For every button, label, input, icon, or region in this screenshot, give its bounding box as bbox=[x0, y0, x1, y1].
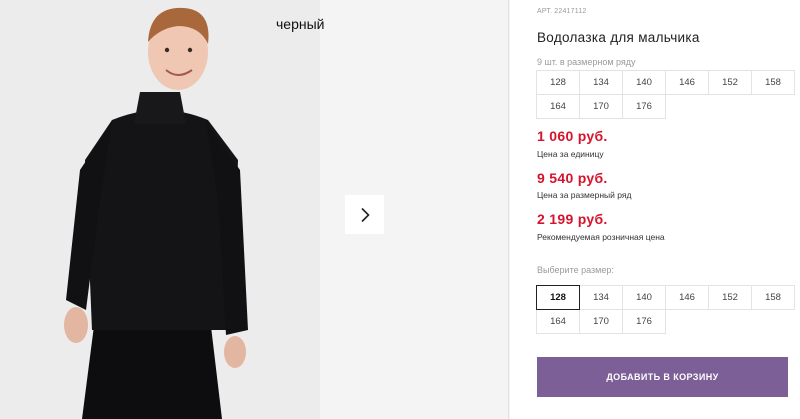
size-option[interactable]: 176 bbox=[622, 309, 666, 334]
unit-price-caption: Цена за единицу bbox=[537, 149, 604, 159]
size-option-selected[interactable]: 128 bbox=[536, 285, 580, 310]
size-row-cell: 128 bbox=[536, 70, 580, 95]
add-to-cart-button[interactable]: ДОБАВИТЬ В КОРЗИНУ bbox=[537, 357, 788, 397]
article-value: 22417112 bbox=[554, 8, 587, 15]
size-row-note: 9 шт. в размерном ряду bbox=[537, 57, 636, 67]
size-row-cell: 170 bbox=[579, 94, 623, 119]
size-option[interactable]: 140 bbox=[622, 285, 666, 310]
size-option[interactable]: 152 bbox=[708, 285, 752, 310]
size-row-cell: 146 bbox=[665, 70, 709, 95]
product-title: Водолазка для мальчика bbox=[537, 30, 700, 45]
size-row-cell: 152 bbox=[708, 70, 752, 95]
color-label: черный bbox=[276, 16, 325, 32]
size-option[interactable]: 170 bbox=[579, 309, 623, 334]
retail-price: 2 199 руб. bbox=[537, 211, 608, 227]
size-row-cell: 140 bbox=[622, 70, 666, 95]
size-row-cell: 176 bbox=[622, 94, 666, 119]
boy-in-turtleneck-image bbox=[0, 0, 320, 419]
size-option[interactable]: 134 bbox=[579, 285, 623, 310]
size-option[interactable]: 164 bbox=[536, 309, 580, 334]
product-photo bbox=[0, 0, 320, 419]
size-row-cell: 158 bbox=[751, 70, 795, 95]
size-select-label: Выберите размер: bbox=[537, 265, 614, 275]
retail-price-caption: Рекомендуемая розничная цена bbox=[537, 232, 665, 242]
row-price: 9 540 руб. bbox=[537, 170, 608, 186]
panel-divider bbox=[508, 0, 509, 419]
row-price-caption: Цена за размерный ряд bbox=[537, 190, 632, 200]
size-row-cell: 164 bbox=[536, 94, 580, 119]
chevron-right-icon bbox=[359, 207, 371, 223]
article-label: АРТ. bbox=[537, 8, 553, 15]
size-select-grid: 128 134 140 146 152 158 164 170 176 bbox=[536, 285, 795, 334]
size-row-grid: 128 134 140 146 152 158 164 170 176 bbox=[536, 70, 795, 119]
unit-price: 1 060 руб. bbox=[537, 128, 608, 144]
article-number: АРТ. 22417112 bbox=[537, 8, 587, 15]
next-image-button[interactable] bbox=[345, 195, 384, 234]
size-row-cell: 134 bbox=[579, 70, 623, 95]
size-option[interactable]: 158 bbox=[751, 285, 795, 310]
size-option[interactable]: 146 bbox=[665, 285, 709, 310]
